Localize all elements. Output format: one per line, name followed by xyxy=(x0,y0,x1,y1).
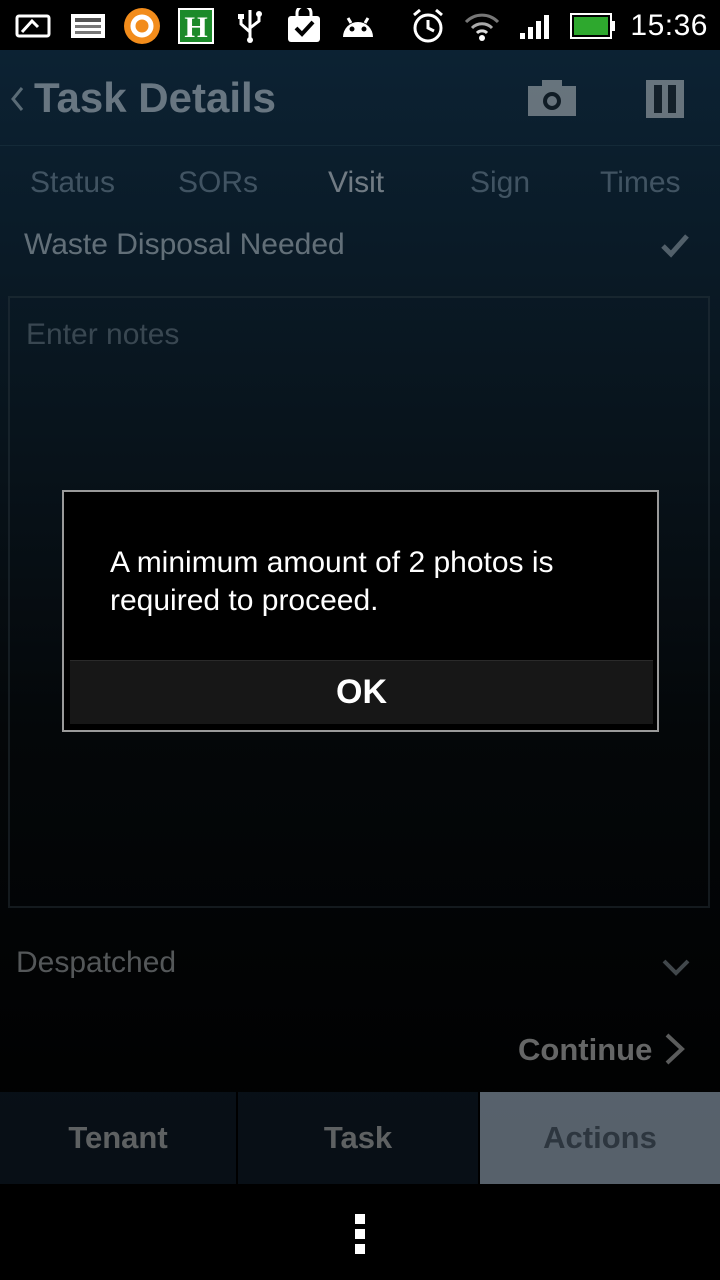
news-icon xyxy=(68,9,108,43)
bottom-tab-task[interactable]: Task xyxy=(238,1092,480,1184)
tab-sign[interactable]: Sign xyxy=(470,166,530,200)
tab-visit[interactable]: Visit xyxy=(328,166,384,200)
usb-icon xyxy=(230,9,270,43)
alert-dialog: A minimum amount of 2 photos is required… xyxy=(62,490,659,732)
tab-status[interactable]: Status xyxy=(30,166,115,200)
page-title: Task Details xyxy=(34,74,277,121)
continue-button[interactable]: Continue xyxy=(500,1022,710,1078)
back-chevron-icon[interactable] xyxy=(10,86,24,112)
wifi-icon xyxy=(462,9,502,43)
action-bar: Task Details xyxy=(0,50,720,146)
section-tabs: Status SORs Visit Sign Times xyxy=(0,156,720,206)
clock: 15:36 xyxy=(630,9,708,42)
chevron-down-icon xyxy=(662,959,690,976)
bottom-tab-bar: Tenant Task Actions xyxy=(0,1092,720,1184)
signal-icon xyxy=(516,9,556,43)
svg-text:H: H xyxy=(184,11,207,44)
tab-sors[interactable]: SORs xyxy=(178,166,258,200)
alarm-icon xyxy=(408,8,448,43)
status-dropdown-value: Despatched xyxy=(16,946,177,979)
system-icons: 15:36 xyxy=(408,6,708,46)
checkmark-icon[interactable] xyxy=(660,232,690,258)
notification-icons: H xyxy=(14,6,378,46)
continue-label: Continue xyxy=(518,1032,653,1067)
bottom-tab-actions[interactable]: Actions xyxy=(480,1092,720,1184)
dialog-message: A minimum amount of 2 photos is required… xyxy=(110,546,554,617)
ok-button[interactable]: OK xyxy=(70,660,653,724)
orange-app-icon xyxy=(122,8,162,44)
pause-icon[interactable] xyxy=(646,80,684,118)
bottom-tab-tenant[interactable]: Tenant xyxy=(0,1092,238,1184)
task-bag-icon xyxy=(284,8,324,43)
status-bar: H 15:36 xyxy=(0,0,720,50)
gallery-icon xyxy=(14,9,54,43)
h-app-icon: H xyxy=(176,8,216,44)
battery-icon xyxy=(570,9,616,43)
tab-times[interactable]: Times xyxy=(600,166,681,200)
waste-disposal-row[interactable]: Waste Disposal Needed xyxy=(0,218,720,278)
navigation-bar xyxy=(0,1184,720,1280)
waste-disposal-label: Waste Disposal Needed xyxy=(24,228,345,261)
notes-placeholder: Enter notes xyxy=(26,318,180,351)
camera-icon[interactable] xyxy=(528,80,576,116)
android-icon xyxy=(338,9,378,43)
overflow-menu-icon[interactable] xyxy=(354,1214,366,1254)
status-dropdown[interactable]: Despatched xyxy=(0,930,720,1000)
chevron-right-icon xyxy=(665,1033,685,1065)
